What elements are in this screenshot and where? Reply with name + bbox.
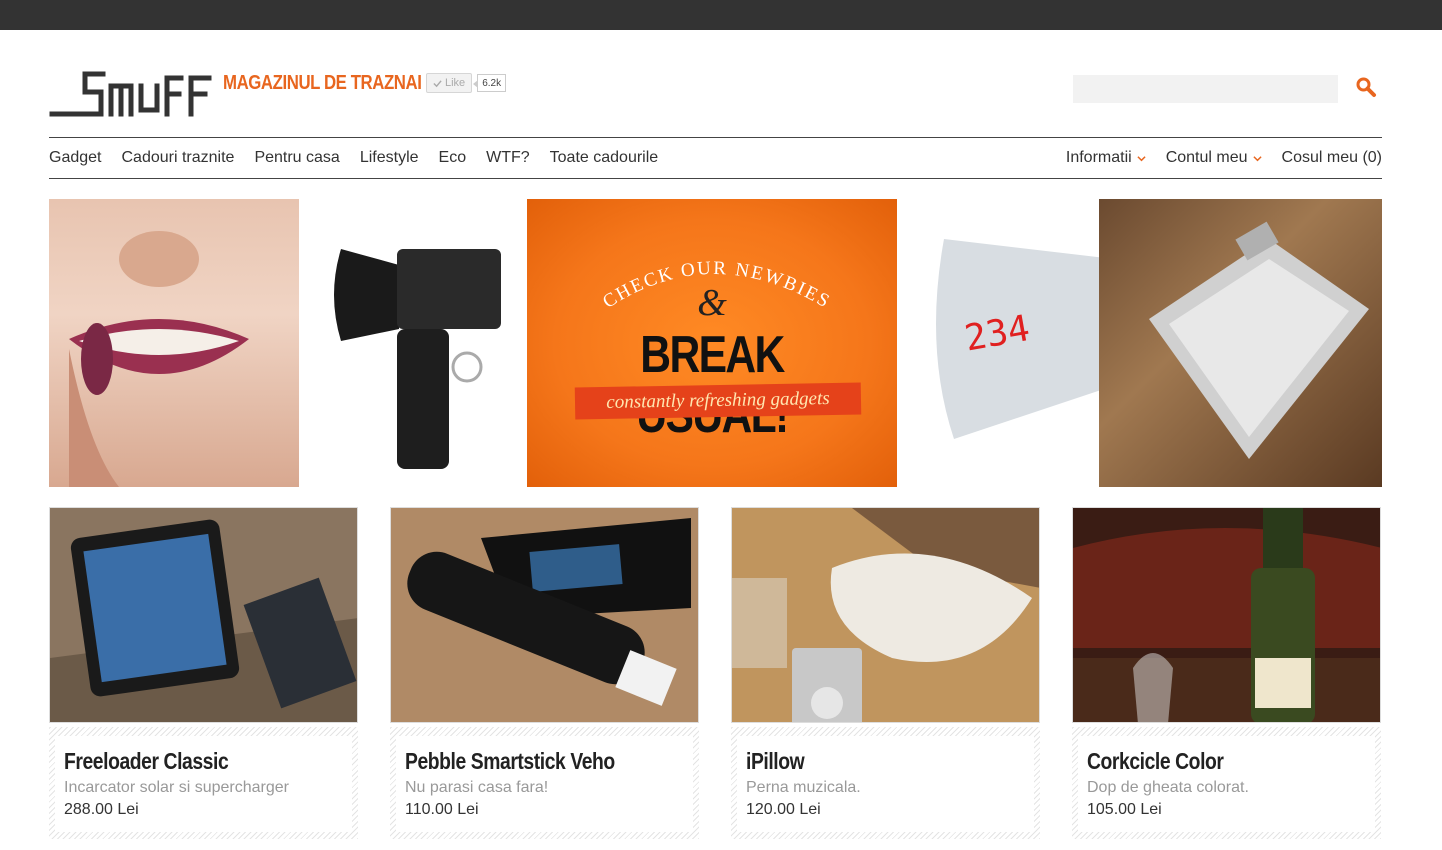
product-info-inner: iPillow Perna muzicala. 120.00 Lei [737, 736, 1034, 832]
check-icon [433, 79, 442, 87]
product-name[interactable]: iPillow [746, 748, 980, 775]
banner-lips-image [49, 199, 309, 487]
banner-promo-text: CHECK OUR NEWBIES & BREAK USUAL! constan… [527, 199, 897, 487]
header: MAGAZINUL DE TRAZNAI Like 6.2k [49, 30, 1382, 138]
banner-camera-image [299, 199, 529, 487]
product-description: Perna muzicala. [746, 779, 861, 796]
nav-contul-meu[interactable]: Contul meu [1166, 149, 1262, 167]
like-button[interactable]: Like [426, 73, 473, 93]
product-price: 110.00 Lei [405, 801, 479, 818]
product-info-inner: Corkcicle Color Dop de gheata colorat. 1… [1078, 736, 1375, 832]
product-card[interactable]: Freeloader Classic Incarcator solar si s… [49, 507, 358, 840]
product-info: iPillow Perna muzicala. 120.00 Lei [731, 727, 1040, 839]
product-card[interactable]: Corkcicle Color Dop de gheata colorat. 1… [1072, 507, 1381, 840]
product-name[interactable]: Freeloader Classic [64, 748, 298, 775]
nav-eco[interactable]: Eco [439, 149, 467, 167]
chevron-down-icon [1137, 155, 1146, 161]
nav-pentru-casa[interactable]: Pentru casa [254, 149, 339, 167]
chevron-down-icon [1252, 155, 1262, 161]
product-description: Nu parasi casa fara! [405, 779, 549, 796]
nav-wtf[interactable]: WTF? [486, 149, 530, 167]
like-count: 6.2k [473, 74, 507, 92]
product-image[interactable] [390, 507, 699, 723]
nav-toate-cadourile[interactable]: Toate cadourile [550, 149, 659, 167]
account-menu: Informatii Contul meu Cosul meu (0) [1046, 139, 1382, 177]
product-grid: Freeloader Classic Incarcator solar si s… [49, 507, 1382, 850]
nav-gadget[interactable]: Gadget [49, 149, 101, 167]
product-card[interactable]: iPillow Perna muzicala. 120.00 Lei [731, 507, 1040, 840]
main-nav: Gadget Cadouri traznite Pentru casa Life… [49, 139, 1382, 179]
product-info: Freeloader Classic Incarcator solar si s… [49, 727, 358, 839]
informatii-label: Informatii [1065, 149, 1132, 166]
product-image[interactable] [49, 507, 358, 723]
product-name[interactable]: Corkcicle Color [1087, 748, 1321, 775]
product-card[interactable]: Pebble Smartstick Veho Nu parasi casa fa… [390, 507, 699, 840]
product-info: Pebble Smartstick Veho Nu parasi casa fa… [390, 727, 699, 839]
nav-lifestyle[interactable]: Lifestyle [360, 149, 419, 167]
nav-cadouri-traznite[interactable]: Cadouri traznite [121, 149, 234, 167]
tagline: MAGAZINUL DE TRAZNAI [223, 72, 422, 94]
facebook-like[interactable]: Like 6.2k [426, 73, 507, 93]
product-info-inner: Freeloader Classic Incarcator solar si s… [55, 736, 352, 832]
product-info: Corkcicle Color Dop de gheata colorat. 1… [1072, 727, 1381, 839]
category-menu: Gadget Cadouri traznite Pentru casa Life… [49, 139, 678, 177]
product-description: Incarcator solar si supercharger [64, 779, 289, 796]
search-icon [1356, 77, 1376, 97]
product-info-inner: Pebble Smartstick Veho Nu parasi casa fa… [396, 736, 693, 832]
smuff-logo[interactable] [49, 70, 215, 118]
banner-flask-image [1099, 199, 1382, 487]
product-description: Dop de gheata colorat. [1087, 779, 1249, 796]
product-price: 288.00 Lei [64, 801, 139, 818]
nav-cosul-meu[interactable]: Cosul meu (0) [1282, 149, 1382, 167]
search-button[interactable] [1354, 76, 1378, 100]
hero-banner[interactable]: 234 CHECK OUR NEWBIES & BREAK USUAL! con… [49, 199, 1382, 487]
top-bar [0, 0, 1442, 30]
like-label: Like [445, 77, 466, 89]
contul-label: Contul meu [1165, 149, 1248, 166]
banner-ampersand: & [697, 282, 727, 324]
search-input[interactable] [1073, 75, 1338, 103]
product-image[interactable] [731, 507, 1040, 723]
product-image[interactable] [1072, 507, 1381, 723]
product-name[interactable]: Pebble Smartstick Veho [405, 748, 639, 775]
nav-informatii[interactable]: Informatii [1066, 149, 1146, 167]
banner-ribbon: constantly refreshing gadgets [574, 382, 862, 420]
product-price: 120.00 Lei [746, 801, 821, 818]
product-price: 105.00 Lei [1087, 801, 1162, 818]
